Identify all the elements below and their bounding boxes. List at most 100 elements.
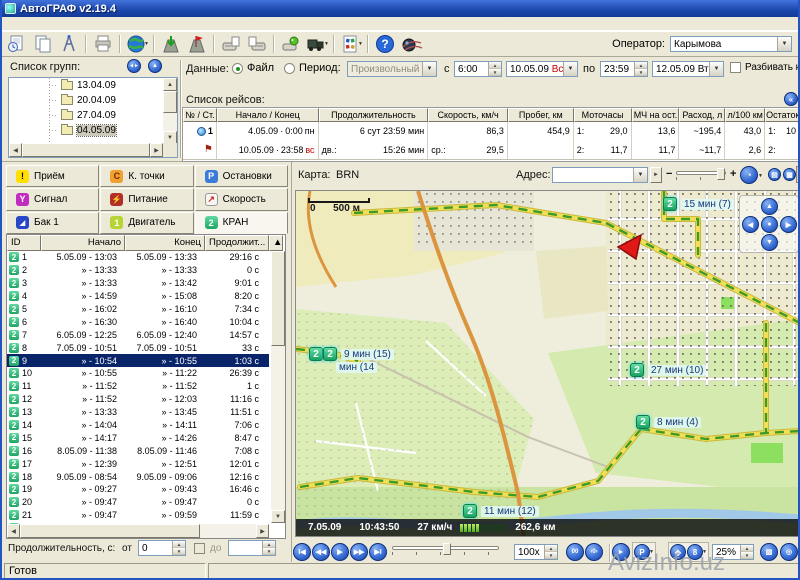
tab-priem[interactable]: !Приём [6, 165, 99, 187]
kran-table-row[interactable]: 219 » - 09:27 » - 09:43 16:46 с [7, 483, 269, 496]
map-marker-15min[interactable]: 2 15 мин (7) [663, 197, 734, 211]
spinner-buttons[interactable]: ▲▼ [634, 62, 647, 76]
dropdown-arrow-icon[interactable]: ▼ [633, 168, 647, 182]
kran-table-row[interactable]: 28 7.05.09 - 10:51 7.05.09 - 10:51 33 с [7, 341, 269, 354]
kran-table-row[interactable]: 221 » - 09:47 » - 09:59 11:59 с [7, 509, 269, 522]
goto-start-button[interactable]: I◀ [293, 543, 311, 561]
pan-up-button[interactable]: ▲ [761, 198, 778, 215]
device-write-button[interactable] [244, 33, 270, 55]
spinner-buttons[interactable]: ▲▼ [488, 62, 501, 76]
cursor-mode-button[interactable]: ► [612, 543, 630, 561]
from-date-combo[interactable]: 10.05.09 Вс ▼ [506, 61, 578, 77]
spinner-buttons[interactable]: ▲▼ [740, 545, 753, 559]
copy-button[interactable] [30, 33, 56, 55]
trip-row[interactable]: 1 ⚑ 4.05.09 · 0:00 пн 10.05.09 · 23:58 в… [183, 122, 799, 160]
group-item[interactable]: 20.04.09 [9, 93, 163, 108]
tab-bak1[interactable]: ◢Бак 1 [6, 212, 99, 234]
dropdown-arrow-icon[interactable]: ▼ [777, 37, 791, 51]
track-flag-button[interactable] [184, 33, 210, 55]
kran-table-row[interactable]: 210 » - 10:55 » - 11:22 26:39 с [7, 367, 269, 380]
kran-table-row[interactable]: 26 » - 16:30 » - 16:40 10:04 с [7, 315, 269, 328]
dropdown-arrow-icon[interactable]: ▼ [709, 62, 723, 76]
kran-hscrollbar[interactable]: ◀ ▶ [7, 524, 269, 538]
online-monitor-button[interactable] [398, 33, 424, 55]
fast-forward-button[interactable]: ▶▶ [350, 543, 368, 561]
internet-map-button[interactable]: ▼ [124, 33, 150, 55]
kran-table-row[interactable]: 213 » - 13:33 » - 13:45 11:51 с [7, 406, 269, 419]
menu-item[interactable] [6, 17, 20, 30]
report-button[interactable] [4, 33, 30, 55]
map-scale-spinner[interactable]: 25% ▲▼ [712, 544, 754, 560]
kran-table-row[interactable]: 218 9.05.09 - 08:54 9.05.09 - 09:06 12:1… [7, 470, 269, 483]
from-time-spinner[interactable]: 6:00 ▲▼ [454, 61, 502, 77]
dropdown-arrow-icon[interactable]: ▼ [758, 173, 763, 179]
radio-file[interactable]: Файл [232, 62, 274, 74]
play-button[interactable]: ▶ [331, 543, 349, 561]
to-date-combo[interactable]: 12.05.09 Вт ▼ [652, 61, 724, 77]
zoom-out-label[interactable]: − [666, 168, 672, 180]
refresh-map-button[interactable]: ◎ [780, 543, 798, 561]
map-marker-8min[interactable]: 2 8 мин (4) [636, 415, 701, 429]
route-tools-button[interactable] [56, 33, 82, 55]
print-button[interactable] [90, 33, 116, 55]
kran-table-row[interactable]: 22 » - 13:33 » - 13:33 0 с [7, 264, 269, 277]
map-zoom-slider[interactable] [676, 171, 726, 180]
pan-left-button[interactable]: ◀ [742, 216, 759, 233]
menu-item[interactable] [38, 17, 52, 30]
map-canvas[interactable]: 0 500 м 2 15 мин (7) 2 2 9 мин (15) мин … [295, 190, 799, 537]
tab-signal[interactable]: YСигнал [6, 188, 99, 210]
duration-to-spinner[interactable]: ▲▼ [228, 540, 276, 556]
tab-pitanie[interactable]: ⚡Питание [100, 188, 193, 210]
group-prev-button[interactable]: ◄► [127, 59, 141, 73]
map-marker-11min[interactable]: 2 11 мин (12) [463, 504, 539, 518]
operator-combo[interactable]: Карымова ▼ [670, 36, 792, 52]
center-map-button[interactable]: ● [761, 216, 778, 233]
device-read-button[interactable] [218, 33, 244, 55]
track-points-button[interactable]: 8 [687, 544, 703, 560]
dropdown-arrow-icon[interactable]: ▼ [563, 62, 577, 76]
modules-button[interactable]: ▼ [338, 33, 364, 55]
goto-end-button[interactable]: ▶I [369, 543, 387, 561]
tab-skorost[interactable]: ↗Скорость [195, 188, 288, 210]
dropdown-arrow-icon[interactable]: ▼ [649, 549, 654, 555]
tab-dvigatel[interactable]: 1Двигатель [100, 212, 193, 234]
vehicle-button[interactable]: ▼ [304, 33, 330, 55]
map-layers-button[interactable]: ▤ [768, 168, 781, 181]
reset-position-button[interactable]: 00 [566, 543, 584, 561]
dropdown-arrow-icon[interactable]: ▼ [422, 62, 436, 76]
menu-item[interactable] [70, 17, 84, 30]
spinner-buttons[interactable]: ▲▼ [544, 545, 557, 559]
track-load-button[interactable] [158, 33, 184, 55]
step-position-button[interactable]: ‹0› [585, 543, 603, 561]
split-trips-checkbox[interactable]: Разбивать на рейсы [730, 62, 800, 73]
duration-to-checkbox[interactable] [194, 543, 205, 554]
map-legend-button[interactable]: ▦ [783, 168, 796, 181]
menu-item[interactable] [54, 17, 68, 30]
address-go-button[interactable]: ► [650, 167, 662, 183]
kran-table-row[interactable]: 25 » - 16:02 » - 16:10 7:34 с [7, 303, 269, 316]
playback-speed-spinner[interactable]: 100x ▲▼ [514, 544, 558, 560]
tab-ostanovki[interactable]: PОстановки [195, 165, 288, 187]
map-marker-9min[interactable]: 2 2 9 мин (15) [309, 347, 394, 361]
spinner-buttons[interactable]: ▲▼ [262, 541, 275, 555]
dropdown-arrow-icon[interactable]: ▼ [702, 549, 707, 555]
group-item[interactable]: 13.04.09 [9, 78, 163, 93]
pan-right-button[interactable]: ▶ [780, 216, 797, 233]
rewind-button[interactable]: ◀◀ [312, 543, 330, 561]
kran-table-row[interactable]: 220 » - 09:47 » - 09:47 0 с [7, 496, 269, 509]
kran-vscrollbar[interactable]: ▼ [271, 251, 285, 524]
track-style-button[interactable]: ◈ [670, 544, 686, 560]
help-button[interactable]: ? [372, 33, 398, 55]
radio-period[interactable]: Период: [284, 62, 341, 74]
zoom-in-label[interactable]: + [730, 168, 736, 180]
scroll-up-button[interactable]: ▲ [269, 235, 283, 251]
tab-k-tochki[interactable]: CК. точки [100, 165, 193, 187]
period-combo[interactable]: Произвольный ▼ [347, 61, 437, 77]
map-marker-14min-partial[interactable]: мин (14 [336, 362, 377, 373]
duration-from-spinner[interactable]: 0 ▲▼ [138, 540, 186, 556]
kran-table-row[interactable]: 24 » - 14:59 » - 15:08 8:20 с [7, 290, 269, 303]
group-item[interactable]: 27.04.09 [9, 108, 163, 123]
device-service-button[interactable] [278, 33, 304, 55]
map-marker-27min[interactable]: 2 27 мин (10) [630, 363, 706, 377]
kran-table-row[interactable]: 23 » - 13:33 » - 13:42 9:01 с [7, 277, 269, 290]
